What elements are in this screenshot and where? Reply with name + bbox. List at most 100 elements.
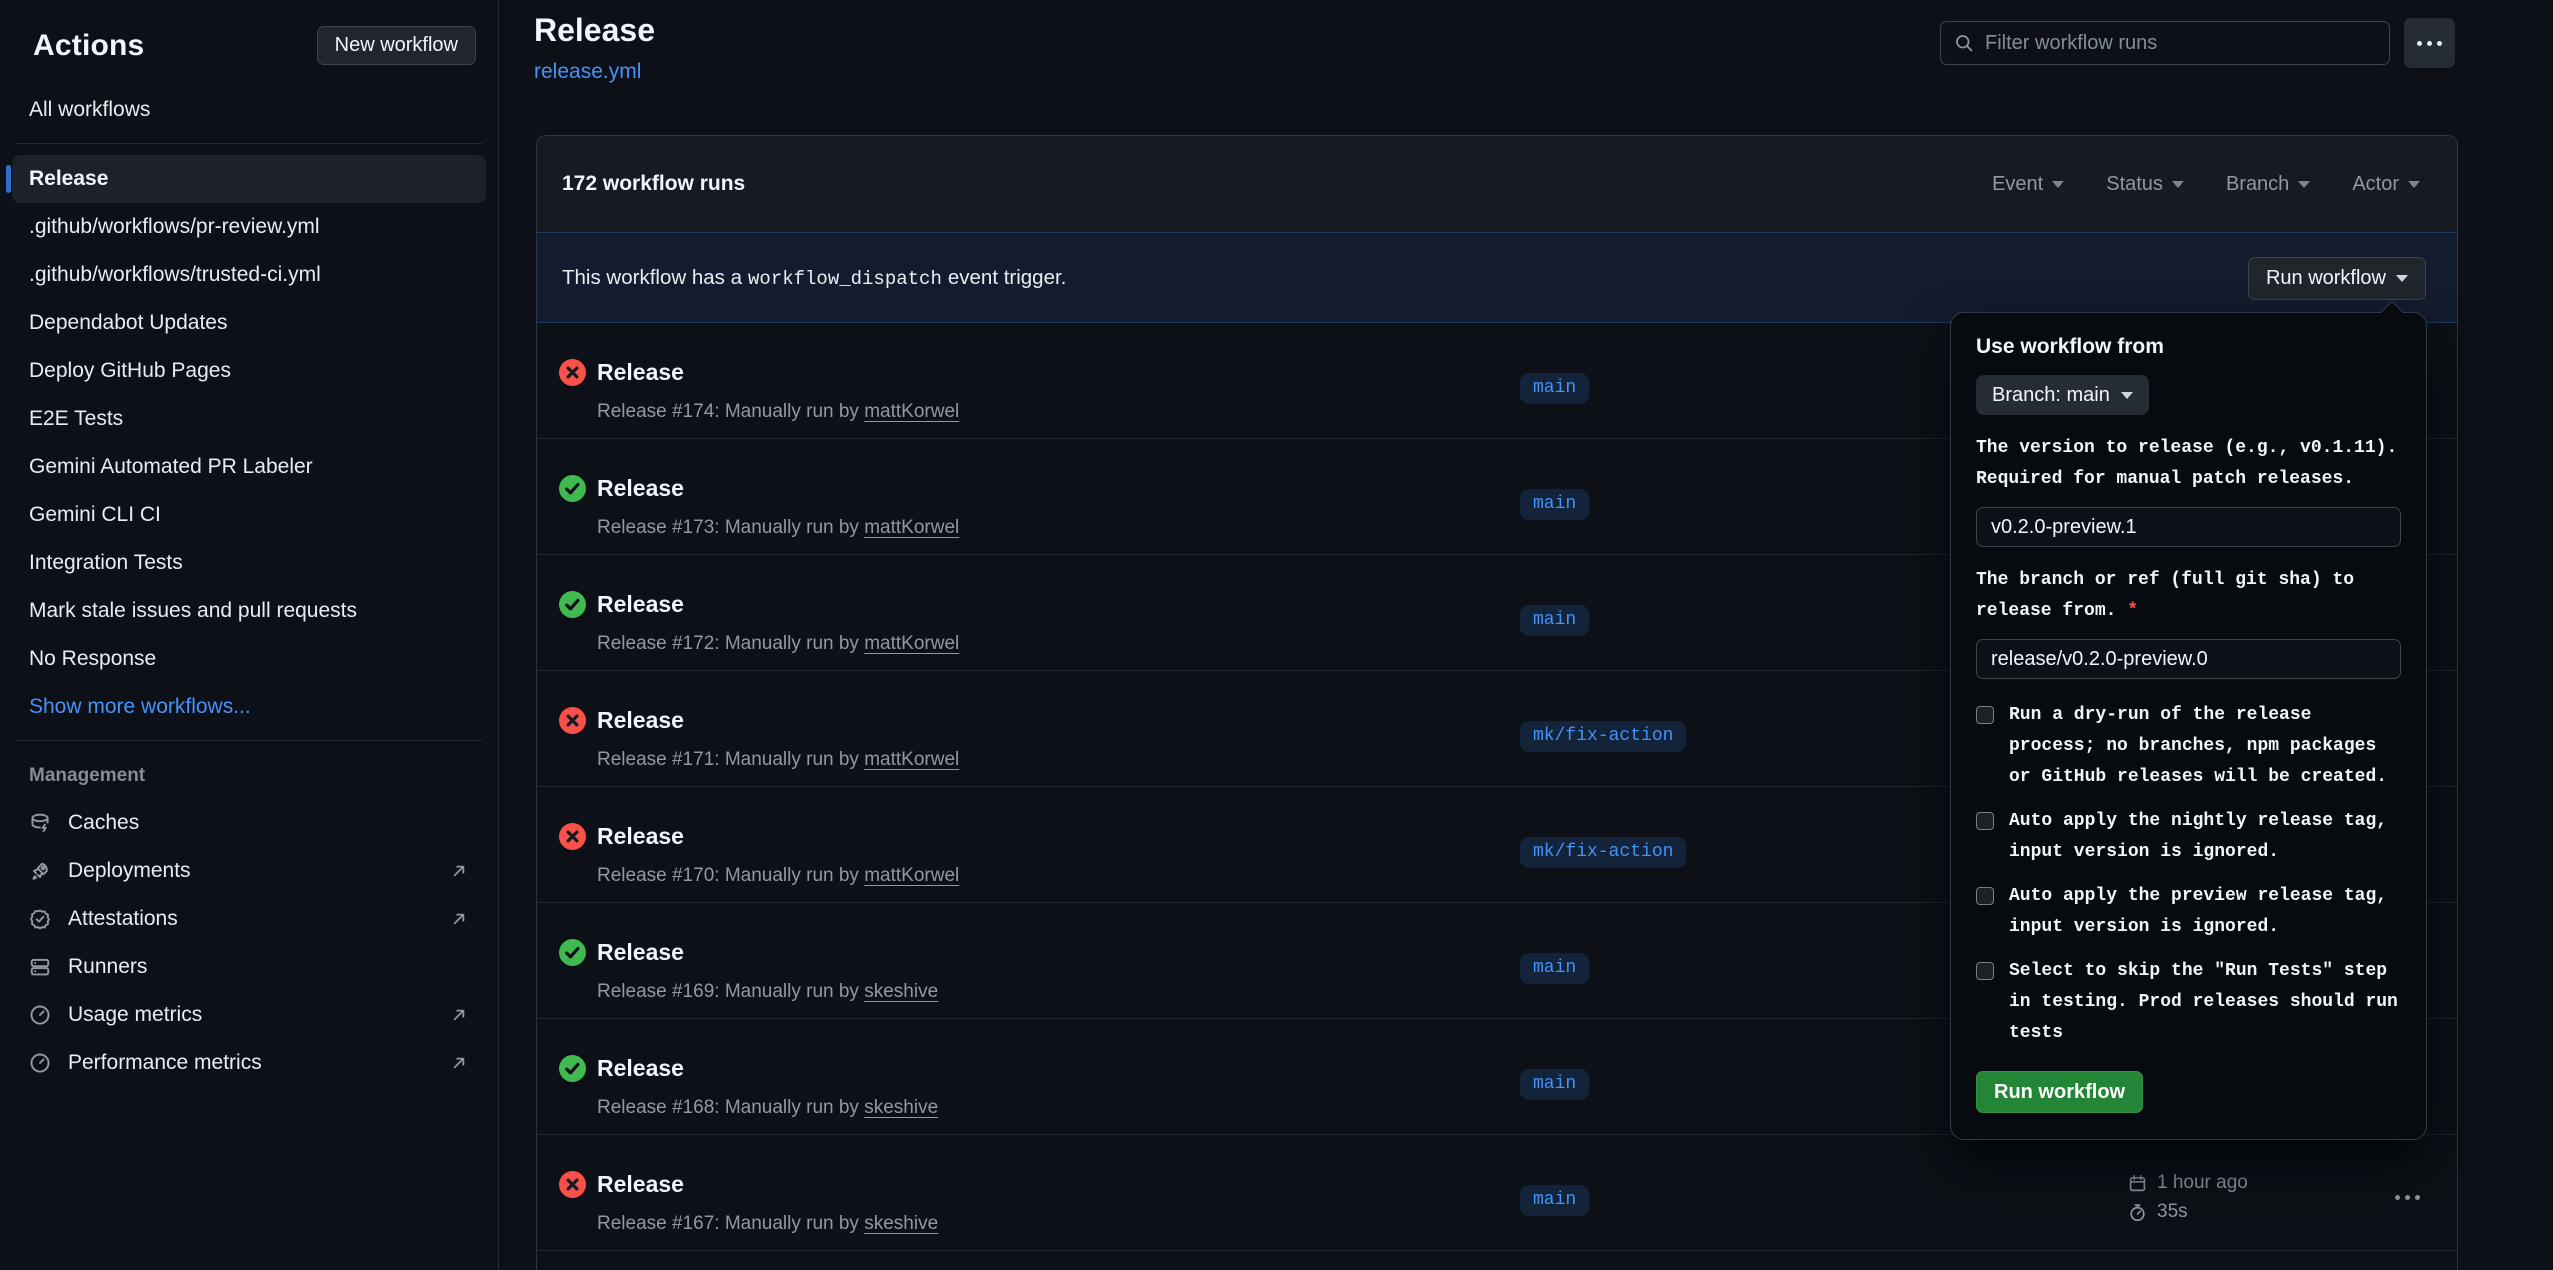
run-time: 1 hour ago	[2157, 1172, 2248, 1194]
chevron-down-icon	[2298, 181, 2310, 188]
workflow-options-kebab-button[interactable]	[2404, 18, 2455, 68]
run-description: Release #171: Manually run by mattKorwel	[597, 749, 959, 771]
run-options-kebab-button[interactable]	[2389, 1189, 2426, 1206]
sidebar-item-workflow[interactable]: No Response	[12, 635, 486, 683]
filter-input[interactable]	[1985, 32, 2376, 55]
actor-link[interactable]: mattKorwel	[864, 401, 959, 422]
run-title-link[interactable]: Release	[597, 359, 684, 386]
checkbox[interactable]	[1976, 812, 1994, 830]
workflow-file-link[interactable]: release.yml	[534, 60, 641, 84]
workflow-dispatch-code: workflow_dispatch	[742, 268, 948, 290]
management-label: Usage metrics	[68, 1003, 202, 1027]
run-description: Release #172: Manually run by mattKorwel	[597, 633, 959, 655]
sidebar-item-management[interactable]: Runners	[12, 943, 486, 991]
branch-badge[interactable]: main	[1520, 1069, 1589, 1100]
verified-icon	[29, 908, 51, 930]
checkbox[interactable]	[1976, 706, 1994, 724]
sidebar-item-workflow[interactable]: .github/workflows/pr-review.yml	[12, 203, 486, 251]
filter-dropdown-label: Actor	[2352, 173, 2399, 196]
run-title-link[interactable]: Release	[597, 1171, 684, 1198]
sidebar-item-all-workflows[interactable]: All workflows	[12, 90, 486, 130]
run-description: Release #168: Manually run by skeshive	[597, 1097, 938, 1119]
sidebar-item-management[interactable]: Performance metrics	[12, 1039, 486, 1087]
sidebar-item-workflow[interactable]: Release	[12, 155, 486, 203]
sidebar-item-management[interactable]: Caches	[12, 799, 486, 847]
branch-select-button[interactable]: Branch: main	[1976, 375, 2149, 415]
filter-dropdown[interactable]: Status	[2106, 173, 2184, 196]
actor-link[interactable]: mattKorwel	[864, 517, 959, 538]
branch-badge[interactable]: main	[1520, 605, 1589, 636]
run-title-link[interactable]: Release	[597, 475, 684, 502]
run-status-icon	[559, 359, 586, 386]
sidebar-item-workflow[interactable]: Integration Tests	[12, 539, 486, 587]
filter-workflow-runs-field[interactable]	[1940, 21, 2390, 65]
workflow-run-row[interactable]: Release Release #167: Manually run by sk…	[537, 1135, 2457, 1251]
run-title-link[interactable]: Release	[597, 707, 684, 734]
branch-badge[interactable]: main	[1520, 489, 1589, 520]
chevron-down-icon	[2396, 275, 2408, 282]
management-header: Management	[29, 765, 145, 787]
external-link-icon	[449, 909, 469, 929]
kebab-icon	[2417, 41, 2422, 46]
run-title-link[interactable]: Release	[597, 1055, 684, 1082]
sidebar-item-workflow[interactable]: Deploy GitHub Pages	[12, 347, 486, 395]
actor-link[interactable]: mattKorwel	[864, 749, 959, 770]
filter-dropdown[interactable]: Event	[1992, 173, 2064, 196]
run-workflow-dropdown-button[interactable]: Run workflow	[2248, 257, 2426, 300]
sidebar-title: Actions	[33, 29, 144, 63]
actor-link[interactable]: skeshive	[864, 981, 938, 1002]
filter-dropdown[interactable]: Actor	[2352, 173, 2420, 196]
run-description: Release #174: Manually run by mattKorwel	[597, 401, 959, 423]
checkbox[interactable]	[1976, 887, 1994, 905]
kebab-icon	[2395, 1195, 2400, 1200]
runs-count: 172 workflow runs	[562, 172, 745, 196]
chevron-down-icon	[2121, 392, 2133, 399]
branch-badge[interactable]: mk/fix-action	[1520, 721, 1686, 752]
run-status-icon	[559, 591, 586, 618]
workflow-label: Gemini CLI CI	[29, 503, 161, 527]
checkbox-row: Auto apply the preview release tag, inpu…	[1976, 881, 2401, 943]
sidebar-item-workflow[interactable]: Show more workflows...	[12, 683, 486, 731]
management-label: Attestations	[68, 907, 178, 931]
run-meta: 1 hour ago 35s	[2128, 1172, 2248, 1223]
page-title: Release	[534, 12, 655, 49]
sidebar-item-workflow[interactable]: Dependabot Updates	[12, 299, 486, 347]
sidebar-divider	[16, 143, 482, 144]
run-title-link[interactable]: Release	[597, 939, 684, 966]
workflow-label: .github/workflows/trusted-ci.yml	[29, 263, 321, 287]
run-workflow-submit-button[interactable]: Run workflow	[1976, 1071, 2143, 1113]
sidebar-item-workflow[interactable]: Gemini Automated PR Labeler	[12, 443, 486, 491]
sidebar-item-management[interactable]: Usage metrics	[12, 991, 486, 1039]
sidebar-item-workflow[interactable]: Mark stale issues and pull requests	[12, 587, 486, 635]
checkbox[interactable]	[1976, 962, 1994, 980]
sidebar-item-workflow[interactable]: E2E Tests	[12, 395, 486, 443]
filter-dropdown-label: Event	[1992, 173, 2043, 196]
version-input[interactable]	[1976, 507, 2401, 547]
sidebar-item-workflow[interactable]: .github/workflows/trusted-ci.yml	[12, 251, 486, 299]
checkbox-row: Run a dry-run of the release process; no…	[1976, 700, 2401, 793]
branch-badge[interactable]: mk/fix-action	[1520, 837, 1686, 868]
sidebar-item-management[interactable]: Attestations	[12, 895, 486, 943]
branch-badge[interactable]: main	[1520, 373, 1589, 404]
stopwatch-icon	[2128, 1203, 2147, 1222]
chevron-down-icon	[2172, 181, 2184, 188]
external-link-icon	[449, 1005, 469, 1025]
runs-list-header: 172 workflow runs Event Status Branch	[537, 136, 2457, 232]
sidebar-item-workflow[interactable]: Gemini CLI CI	[12, 491, 486, 539]
filter-dropdown-label: Branch	[2226, 173, 2289, 196]
run-status-icon	[559, 939, 586, 966]
branch-badge[interactable]: main	[1520, 953, 1589, 984]
new-workflow-button[interactable]: New workflow	[317, 26, 476, 65]
actor-link[interactable]: skeshive	[864, 1213, 938, 1234]
run-title-link[interactable]: Release	[597, 823, 684, 850]
filter-dropdown[interactable]: Branch	[2226, 173, 2310, 196]
external-link-icon	[449, 861, 469, 881]
branch-badge[interactable]: main	[1520, 1185, 1589, 1216]
actor-link[interactable]: mattKorwel	[864, 633, 959, 654]
ref-input[interactable]	[1976, 639, 2401, 679]
sidebar-item-management[interactable]: Deployments	[12, 847, 486, 895]
actor-link[interactable]: mattKorwel	[864, 865, 959, 886]
run-title-link[interactable]: Release	[597, 591, 684, 618]
sidebar-divider	[16, 740, 482, 741]
actor-link[interactable]: skeshive	[864, 1097, 938, 1118]
